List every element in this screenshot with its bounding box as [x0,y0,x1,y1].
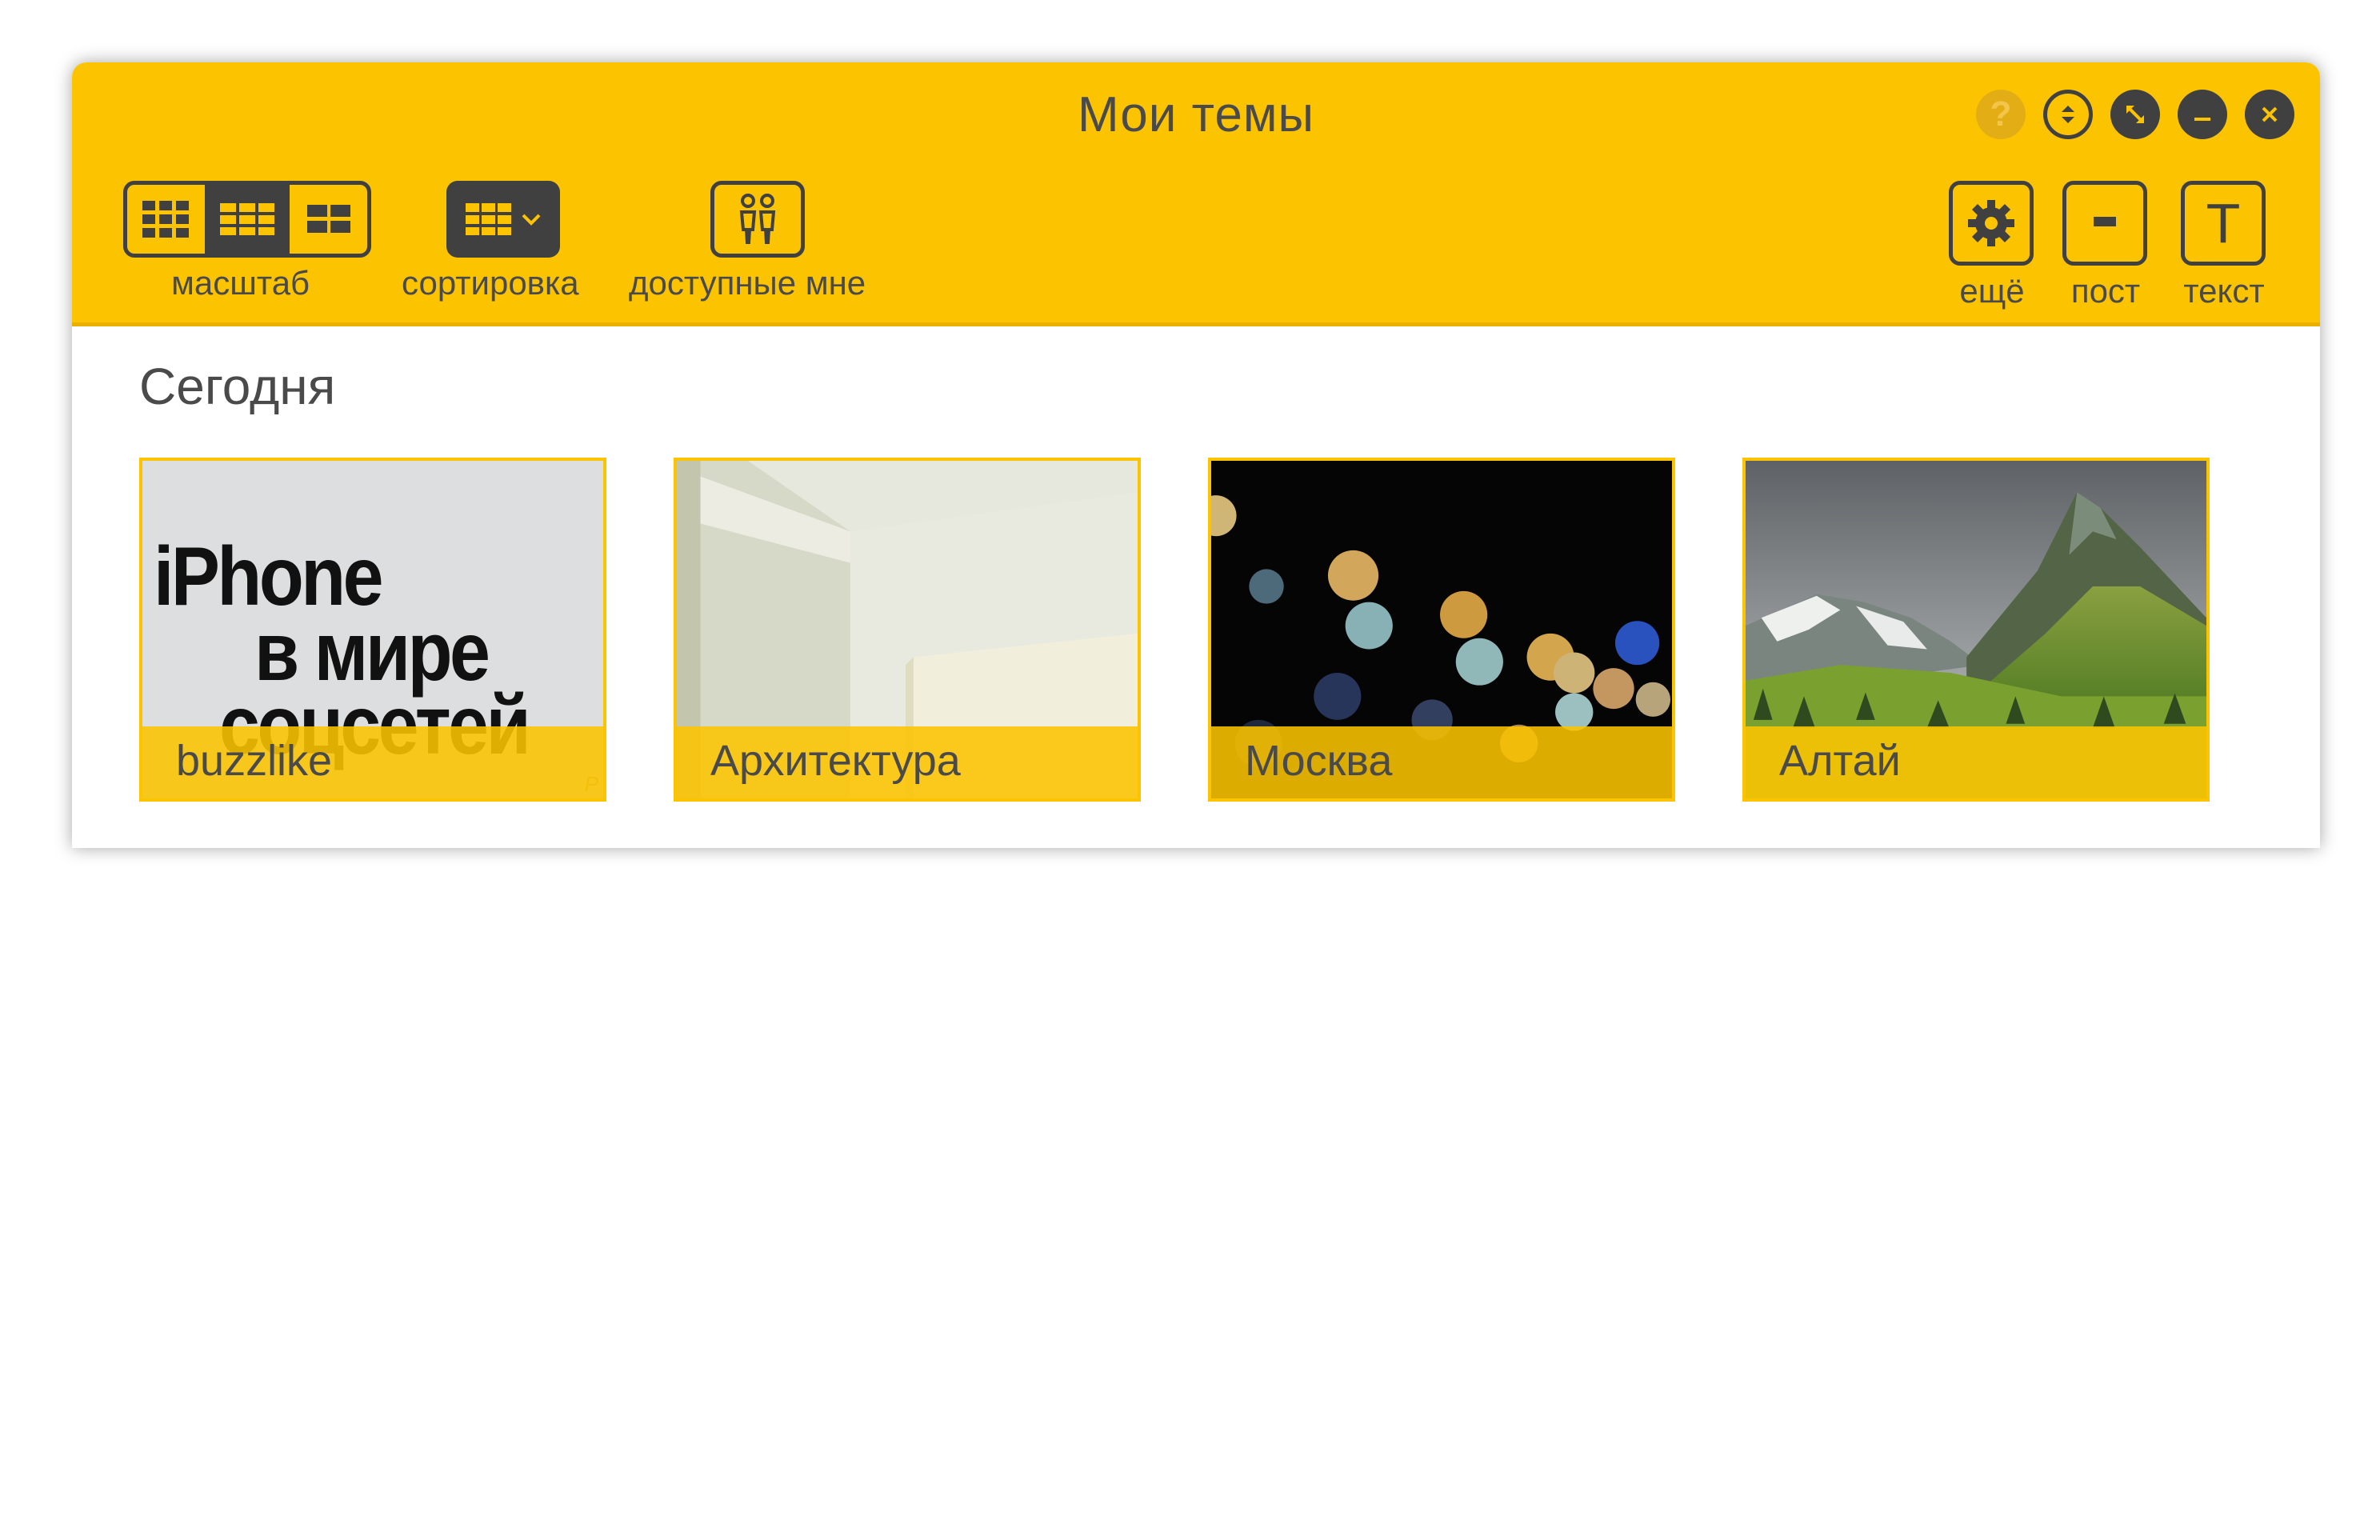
topic-caption: Алтай [1779,737,1901,785]
post-button[interactable] [2062,181,2147,266]
sort-label: сортировка [402,264,579,302]
scale-label: масштаб [171,264,310,302]
chevron-down-icon [522,214,541,226]
shared-with-me-button[interactable] [710,181,805,258]
topic-tile[interactable]: Архитектура [674,458,1141,802]
topic-caption: Москва [1245,737,1393,785]
sort-grid-icon [466,203,511,235]
collapse-expand-icon [2062,106,2074,123]
fullscreen-button[interactable] [2110,90,2160,139]
grid-large-icon [306,205,350,233]
more-label: ещё [1959,272,2025,310]
text-button[interactable]: T [2181,181,2266,266]
topic-tile[interactable]: Алтай [1742,458,2210,802]
help-icon: ? [1990,94,2012,134]
minimize-button[interactable] [2178,90,2227,139]
app-window: Мои темы ? масштаб сортировка доступные … [72,62,2320,848]
collapse-expand-button[interactable] [2043,90,2093,139]
scale-selector [123,181,371,258]
post-icon [2094,217,2116,226]
section-title: Сегодня [139,358,336,415]
shared-with-me-label: доступные мне [629,264,866,302]
scale-medium-button[interactable] [208,185,290,254]
grid-medium-icon [220,203,274,235]
gear-icon [1968,200,2014,246]
grid-small-icon [142,201,190,238]
users-icon [739,194,776,244]
topic-caption: buzzlike [176,737,333,785]
toolbar: Мои темы ? масштаб сортировка доступные … [72,62,2320,326]
fullscreen-icon [2126,106,2144,123]
more-button[interactable] [1949,181,2034,266]
text-label: текст [2183,272,2265,310]
post-label: пост [2070,272,2141,310]
sort-button[interactable] [446,181,560,258]
close-icon [2262,106,2278,122]
topic-caption: Архитектура [710,737,961,785]
minimize-icon [2194,118,2210,121]
scale-small-button[interactable] [127,185,209,254]
text-icon: T [2206,192,2241,254]
help-button[interactable]: ? [1976,90,2026,139]
close-button[interactable] [2245,90,2294,139]
topic-tile[interactable]: Москва [1208,458,1675,802]
scale-large-button[interactable] [290,185,367,254]
topic-tile[interactable]: iPhone в мире соцсетей P buzzlike [139,458,606,802]
